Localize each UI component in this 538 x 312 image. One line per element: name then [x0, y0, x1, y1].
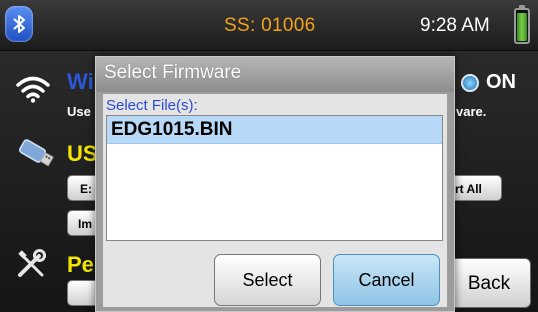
- device-screen: SS: 01006 9:28 AM Wi Use vare. ON US E: …: [0, 0, 538, 312]
- serial-number: SS: 01006: [224, 15, 316, 36]
- file-list[interactable]: EDG1015.BIN: [106, 115, 443, 241]
- file-list-label: Select File(s):: [106, 97, 198, 114]
- usb-title: US: [67, 141, 98, 166]
- clock: 9:28 AM: [420, 15, 490, 36]
- usb-drive-icon: [15, 138, 57, 173]
- select-button[interactable]: Select: [214, 254, 321, 306]
- status-bar: SS: 01006 9:28 AM: [0, 0, 538, 51]
- select-firmware-dialog: Select Firmware Select File(s): EDG1015.…: [95, 56, 455, 312]
- cancel-button[interactable]: Cancel: [333, 254, 440, 306]
- dialog-body: Select File(s): EDG1015.BIN Select Cance…: [103, 94, 447, 307]
- wifi-toggle-radio[interactable]: [461, 74, 479, 92]
- wifi-title: Wi: [67, 69, 94, 94]
- wifi-status-label: ON: [486, 71, 516, 93]
- file-list-item[interactable]: EDG1015.BIN: [107, 116, 442, 144]
- wifi-description-tail: vare.: [456, 104, 487, 119]
- dialog-header: Select Firmware: [96, 57, 454, 92]
- wifi-description: Use: [67, 104, 91, 119]
- battery-icon: [514, 5, 530, 44]
- wifi-icon: [15, 74, 51, 109]
- pe-title: Pe: [67, 252, 94, 277]
- tools-icon: [15, 248, 47, 285]
- dialog-title: Select Firmware: [104, 62, 242, 83]
- bluetooth-icon[interactable]: [5, 6, 33, 42]
- back-button[interactable]: Back: [447, 258, 531, 308]
